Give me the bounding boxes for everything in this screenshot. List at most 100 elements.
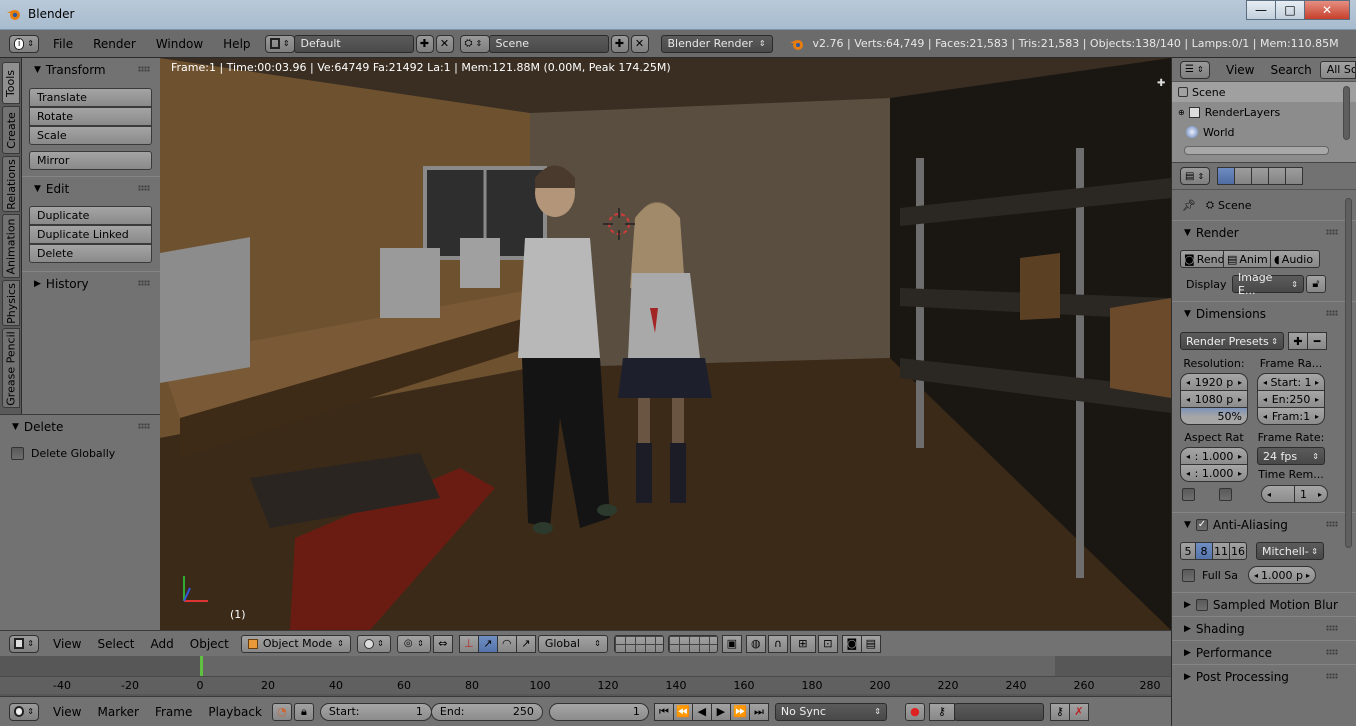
menu-add[interactable]: Add — [143, 637, 182, 651]
aa-samples-5[interactable]: 5 — [1180, 542, 1196, 560]
remove-layout-button[interactable]: ✕ — [435, 34, 454, 53]
resolution-percentage-field[interactable]: 50% — [1180, 407, 1248, 425]
active-keying-set-field[interactable] — [953, 702, 1044, 721]
aa-size-field[interactable]: ◂ 1.000 p ▸ — [1248, 566, 1316, 584]
translate-manipulator-button[interactable]: ⊥ — [458, 634, 479, 653]
snap-element-select[interactable]: ⊞ — [789, 634, 816, 653]
add-preset-button[interactable]: ✚ — [1288, 332, 1308, 350]
history-panel-header[interactable]: ▶ History — [22, 271, 160, 295]
grip-icon[interactable] — [1326, 673, 1338, 679]
remove-preset-button[interactable]: ━ — [1307, 332, 1327, 350]
menu-frame[interactable]: Frame — [147, 705, 200, 719]
render-audio-button[interactable]: ◖ Audio — [1270, 250, 1320, 268]
jump-keyframe-forward-button[interactable]: ⏩ — [729, 702, 750, 721]
render-engine-select[interactable]: Blender Render ⇕ — [660, 34, 773, 53]
render-presets-select[interactable]: Render Presets ⇕ — [1180, 332, 1284, 350]
jump-start-button[interactable]: ⏮ — [653, 702, 674, 721]
rotate-manipulator-button[interactable]: ◠ — [496, 634, 517, 653]
jump-end-button[interactable]: ⏭ — [748, 702, 769, 721]
antialiasing-checkbox[interactable]: ✓ — [1195, 518, 1208, 531]
frame-step-field[interactable]: ◂ Fram:1 ▸ — [1257, 407, 1325, 425]
shading-select[interactable]: ⇕ — [356, 634, 391, 653]
menu-playback[interactable]: Playback — [200, 705, 270, 719]
outliner-item-renderlayers[interactable]: ⊕ RenderLayers — [1172, 102, 1356, 122]
border-checkbox[interactable] — [1182, 487, 1195, 501]
menu-select[interactable]: Select — [89, 637, 142, 651]
tab-relations[interactable]: Relations — [2, 156, 20, 212]
aa-samples-16[interactable]: 16 — [1229, 542, 1247, 560]
grip-icon[interactable] — [1326, 229, 1338, 235]
motion-blur-checkbox[interactable] — [1195, 598, 1208, 611]
time-remap-new-field[interactable]: 1 ▸ — [1294, 485, 1328, 503]
aa-samples-11[interactable]: 11 — [1212, 542, 1230, 560]
editor-type-button[interactable]: ⇕ — [9, 634, 39, 653]
tab-grease-pencil[interactable]: Grease Pencil — [2, 328, 20, 408]
render-animation-button[interactable]: ▤ Anim — [1223, 250, 1271, 268]
sync-select[interactable]: No Sync ⇕ — [774, 702, 887, 721]
lock-range-button[interactable]: 🔒︎ — [293, 702, 314, 721]
timeline-ruler[interactable]: -40 -20 0 20 40 60 80 100 120 140 160 18… — [0, 676, 1171, 694]
add-layout-button[interactable]: ✚ — [415, 34, 434, 53]
crop-checkbox[interactable] — [1219, 487, 1232, 501]
tab-create[interactable]: Create — [2, 106, 20, 154]
scene-name-field[interactable]: Scene — [488, 34, 609, 53]
render-panel-header[interactable]: ▼ Render — [1172, 220, 1356, 244]
motion-blur-panel-header[interactable]: ▶ Sampled Motion Blur — [1172, 592, 1356, 616]
render-context-tab[interactable] — [1217, 167, 1235, 185]
aa-samples-8[interactable]: 8 — [1195, 542, 1213, 560]
display-select[interactable]: Image E... ⇕ — [1232, 271, 1304, 297]
add-scene-button[interactable]: ✚ — [610, 34, 629, 53]
keying-set-button[interactable]: ⚷ — [928, 702, 955, 721]
menu-window[interactable]: Window — [146, 37, 213, 51]
scene-context-tab[interactable] — [1251, 167, 1269, 185]
aa-filter-select[interactable]: Mitchell- ⇕ — [1256, 542, 1324, 560]
aspect-x-field[interactable]: ◂: 1.000 ▸ — [1180, 447, 1248, 465]
properties-vscroll[interactable] — [1345, 198, 1352, 548]
play-button[interactable]: ▶ — [710, 702, 731, 721]
checkbox[interactable] — [11, 447, 24, 460]
outliner-item-scene[interactable]: Scene — [1172, 82, 1356, 102]
antialiasing-panel-header[interactable]: ▼ ✓ Anti-Aliasing — [1172, 512, 1356, 536]
pin-icon[interactable]: 📌︎ — [1182, 199, 1196, 212]
lock-camera-button[interactable]: ▣ — [721, 634, 742, 653]
grip-icon[interactable] — [1326, 649, 1338, 655]
layers-grid-b[interactable] — [667, 634, 718, 653]
resolution-x-field[interactable]: ◂ 1920 p ▸ — [1180, 373, 1248, 391]
3d-viewport[interactable]: Frame:1 | Time:00:03.96 | Ve:64749 Fa:21… — [160, 58, 1171, 630]
transform-panel-header[interactable]: ▼ Transform — [22, 58, 160, 82]
play-reverse-button[interactable]: ◀ — [691, 702, 712, 721]
orientation-select[interactable]: Global ⇕ — [537, 634, 608, 653]
plus-icon[interactable]: ✚ — [1157, 78, 1167, 89]
grip-icon[interactable] — [138, 185, 150, 191]
outliner-item-world[interactable]: World — [1172, 122, 1356, 142]
snap-target-button[interactable]: ⊡ — [817, 634, 838, 653]
menu-object[interactable]: Object — [182, 637, 237, 651]
render-animation-button[interactable]: ▤ — [860, 634, 881, 653]
delete-globally-option[interactable]: Delete Globally — [0, 439, 160, 460]
snap-toggle[interactable]: ∩ — [767, 634, 788, 653]
edit-panel-header[interactable]: ▼ Edit — [22, 176, 160, 200]
scale-button[interactable]: Scale — [29, 126, 152, 145]
editor-type-button[interactable]: ▤ ⇕ — [1180, 167, 1210, 185]
menu-view[interactable]: View — [45, 637, 89, 651]
minimize-button[interactable]: — — [1246, 0, 1276, 20]
world-context-tab[interactable] — [1268, 167, 1286, 185]
remove-scene-button[interactable]: ✕ — [630, 34, 649, 53]
render-opengl-button[interactable]: ◙ — [841, 634, 862, 653]
menu-render[interactable]: Render — [83, 37, 146, 51]
operator-panel-header[interactable]: ▼ Delete — [0, 415, 160, 439]
full-sample-checkbox[interactable] — [1182, 568, 1195, 582]
duplicate-button[interactable]: Duplicate — [29, 206, 152, 225]
menu-help[interactable]: Help — [213, 37, 260, 51]
translate-button[interactable]: Translate — [29, 88, 152, 107]
insert-keyframe-button[interactable]: ⚷ — [1049, 702, 1070, 721]
delete-keyframe-button[interactable]: ✗ — [1068, 702, 1089, 721]
scene-browse-button[interactable]: ⛭ ⇕ — [459, 34, 490, 53]
grip-icon[interactable] — [138, 423, 150, 429]
delete-button[interactable]: Delete — [29, 244, 152, 263]
editor-type-button[interactable]: i ⇕ — [9, 34, 39, 53]
jump-keyframe-back-button[interactable]: ⏪ — [672, 702, 693, 721]
grip-icon[interactable] — [1326, 625, 1338, 631]
menu-search[interactable]: Search — [1262, 63, 1319, 77]
frame-rate-select[interactable]: 24 fps ⇕ — [1257, 447, 1325, 465]
